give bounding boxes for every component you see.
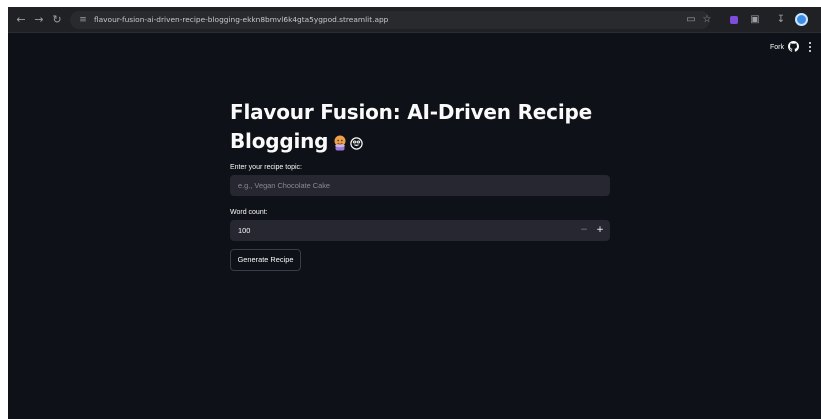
title-line-2: Blogging bbox=[230, 129, 329, 153]
increment-button[interactable]: + bbox=[592, 220, 608, 241]
kebab-menu-icon[interactable] bbox=[809, 42, 812, 52]
word-count-label: Word count: bbox=[230, 209, 268, 216]
yum-face-icon bbox=[350, 129, 363, 150]
decrement-button[interactable]: − bbox=[576, 220, 592, 241]
github-icon[interactable] bbox=[788, 41, 799, 52]
puzzle-icon[interactable]: ▣ bbox=[748, 13, 762, 27]
star-icon[interactable]: ☆ bbox=[700, 13, 714, 27]
reload-icon[interactable]: ↻ bbox=[50, 13, 64, 27]
topic-field[interactable] bbox=[230, 175, 610, 196]
page-title: Flavour Fusion: AI-Driven Recipe Bloggin… bbox=[230, 98, 630, 156]
word-count-stepper[interactable]: 100 − + bbox=[230, 220, 610, 241]
address-bar[interactable]: ≡ flavour-fusion-ai-driven-recipe-bloggi… bbox=[70, 11, 710, 29]
topic-label: Enter your recipe topic: bbox=[230, 164, 302, 171]
cook-icon bbox=[332, 130, 348, 151]
profile-icon[interactable] bbox=[795, 13, 808, 26]
download-icon[interactable]: ↧ bbox=[774, 13, 788, 27]
topic-input[interactable] bbox=[230, 175, 610, 196]
browser-toolbar: ← → ↻ ≡ flavour-fusion-ai-driven-recipe-… bbox=[8, 7, 821, 33]
fork-button[interactable]: Fork bbox=[770, 43, 784, 53]
tune-icon[interactable]: ≡ bbox=[76, 13, 90, 27]
screen-cast-icon[interactable]: ▭ bbox=[684, 13, 698, 27]
url-text: flavour-fusion-ai-driven-recipe-blogging… bbox=[94, 15, 389, 24]
title-line-1: Flavour Fusion: AI-Driven Recipe bbox=[230, 100, 592, 124]
extension-purple-icon[interactable] bbox=[730, 16, 738, 24]
generate-recipe-button[interactable]: Generate Recipe bbox=[230, 249, 301, 271]
word-count-value[interactable]: 100 bbox=[238, 225, 250, 236]
arrow-right-icon[interactable]: → bbox=[32, 13, 46, 27]
app-frame: ← → ↻ ≡ flavour-fusion-ai-driven-recipe-… bbox=[8, 7, 821, 419]
arrow-left-icon[interactable]: ← bbox=[14, 13, 28, 27]
